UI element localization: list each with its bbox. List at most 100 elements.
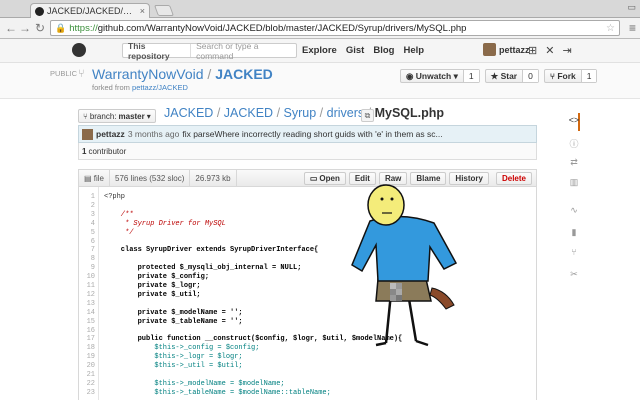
- chevron-down-icon: ▾: [146, 111, 151, 121]
- star-count[interactable]: 0: [522, 70, 538, 82]
- visibility-label: PUBLIC: [50, 69, 78, 78]
- copy-path-icon[interactable]: ⧉: [361, 109, 374, 122]
- user-menu[interactable]: pettazz: [483, 43, 530, 56]
- line-number[interactable]: 4: [79, 220, 95, 228]
- window-controls[interactable]: ▭: [627, 2, 636, 13]
- forked-prefix: forked from: [92, 83, 130, 92]
- line-number[interactable]: 22: [79, 380, 95, 388]
- line-number[interactable]: 5: [79, 229, 95, 237]
- code-line: * Syrup Driver for MySQL: [104, 219, 226, 228]
- code-icon[interactable]: <>: [566, 115, 582, 125]
- contributors-bar[interactable]: 1 contributor: [78, 143, 537, 160]
- line-number[interactable]: 10: [79, 273, 95, 281]
- line-number[interactable]: 19: [79, 353, 95, 361]
- line-number[interactable]: 21: [79, 371, 95, 379]
- line-number[interactable]: 18: [79, 344, 95, 352]
- fork-button[interactable]: ⑂ Fork 1: [543, 69, 598, 83]
- eye-icon: ◉: [406, 70, 416, 81]
- username[interactable]: pettazz: [499, 45, 530, 55]
- issues-icon[interactable]: ⓘ: [566, 137, 582, 150]
- create-repo-icon[interactable]: ⊞: [528, 44, 537, 57]
- line-number[interactable]: 11: [79, 282, 95, 290]
- settings-icon[interactable]: ✂: [566, 269, 582, 280]
- line-number[interactable]: 3: [79, 211, 95, 219]
- browser-tab[interactable]: JACKED/JACKED/Syrup/dri ×: [30, 3, 150, 18]
- star-icon[interactable]: ☆: [606, 23, 615, 34]
- reload-icon[interactable]: ↻: [33, 21, 47, 35]
- forward-arrow-icon[interactable]: →: [18, 21, 32, 35]
- line-number[interactable]: 13: [79, 300, 95, 308]
- address-bar[interactable]: 🔒 https:// github.com/WarrantyNowVoid/JA…: [50, 20, 620, 36]
- github-logo-icon[interactable]: [72, 43, 86, 57]
- line-number[interactable]: 17: [79, 335, 95, 343]
- search-box[interactable]: This repository Search or type a command: [122, 41, 297, 61]
- menu-icon[interactable]: ≡: [629, 21, 636, 35]
- line-number[interactable]: 23: [79, 389, 95, 397]
- line-number[interactable]: 20: [79, 362, 95, 370]
- fork-count[interactable]: 1: [580, 70, 597, 82]
- graphs-icon[interactable]: ▮: [566, 227, 582, 238]
- nav-explore[interactable]: Explore: [302, 45, 337, 56]
- breadcrumb-file: MySQL.php: [374, 106, 445, 120]
- nav-gist[interactable]: Gist: [346, 45, 364, 56]
- signout-icon[interactable]: ⇥: [562, 44, 571, 57]
- line-number[interactable]: 6: [79, 238, 95, 246]
- line-number[interactable]: 14: [79, 309, 95, 317]
- repo-owner-link[interactable]: WarrantyNowVoid: [92, 66, 204, 82]
- pulse-icon[interactable]: ∿: [566, 205, 582, 216]
- star-button[interactable]: ★ Star 0: [484, 69, 539, 83]
- new-tab-button[interactable]: [153, 5, 175, 16]
- code-line: private $_util;: [104, 290, 201, 299]
- repo-title: WarrantyNowVoid / JACKED: [92, 66, 273, 82]
- line-number[interactable]: 8: [79, 255, 95, 263]
- breadcrumb-dir[interactable]: drivers: [327, 106, 365, 120]
- branch-name: master: [118, 111, 145, 121]
- blame-button[interactable]: Blame: [410, 171, 447, 185]
- line-number[interactable]: 1: [79, 193, 95, 201]
- back-arrow-icon[interactable]: ←: [4, 21, 18, 35]
- repo-name-link[interactable]: JACKED: [215, 66, 273, 82]
- line-number[interactable]: 9: [79, 264, 95, 272]
- browser-toolbar: ← → ↻ 🔒 https:// github.com/WarrantyNowV…: [0, 18, 640, 39]
- search-input[interactable]: Search or type a command: [191, 41, 296, 61]
- watch-count[interactable]: 1: [462, 70, 479, 82]
- line-number[interactable]: 16: [79, 327, 95, 335]
- code-line: $this->_util = $util;: [104, 362, 243, 371]
- line-number[interactable]: 2: [79, 202, 95, 210]
- commit-author[interactable]: pettazz: [96, 129, 125, 139]
- line-number[interactable]: 15: [79, 318, 95, 326]
- file-icon: ▤: [84, 173, 94, 183]
- tab-close-icon[interactable]: ×: [140, 6, 145, 16]
- code-line: private $_tableName = '';: [104, 317, 243, 326]
- repo-title-separator: /: [207, 66, 212, 82]
- nav-help[interactable]: Help: [403, 45, 424, 56]
- browser-tabstrip: JACKED/JACKED/Syrup/dri × ▭: [0, 0, 640, 18]
- file-type: ▤ file: [79, 170, 111, 186]
- history-button[interactable]: History: [449, 171, 489, 185]
- network-icon[interactable]: ⑂: [566, 247, 582, 257]
- nav-blog[interactable]: Blog: [373, 45, 394, 56]
- code-line: public function __construct($config, $lo…: [104, 335, 403, 344]
- search-scope[interactable]: This repository: [123, 41, 192, 61]
- breadcrumb-dir[interactable]: Syrup: [284, 106, 317, 120]
- settings-tools-icon[interactable]: ✕: [545, 44, 554, 57]
- pull-requests-icon[interactable]: ⇄: [566, 157, 582, 168]
- branch-selector[interactable]: ⑂ branch: master ▾: [78, 109, 156, 123]
- branch-prefix: branch:: [89, 111, 117, 121]
- commit-message[interactable]: fix parseWhere incorrectly reading short…: [182, 129, 442, 139]
- unwatch-button[interactable]: ◉ Unwatch ▾ 1: [400, 69, 480, 83]
- raw-button[interactable]: Raw: [378, 171, 408, 185]
- forked-from: forked from pettazz/JACKED: [92, 83, 188, 92]
- open-label: Open: [319, 173, 340, 183]
- code-line: <?php: [104, 193, 126, 201]
- line-number[interactable]: 7: [79, 246, 95, 254]
- forked-from-link[interactable]: pettazz/JACKED: [132, 83, 188, 92]
- open-button[interactable]: ▭ Open: [303, 171, 346, 185]
- fork-label: Fork: [557, 71, 576, 81]
- breadcrumb-dir[interactable]: JACKED: [224, 106, 273, 120]
- edit-button[interactable]: Edit: [348, 171, 376, 185]
- wiki-icon[interactable]: ▥: [566, 177, 582, 188]
- delete-button[interactable]: Delete: [495, 171, 532, 185]
- line-number[interactable]: 12: [79, 291, 95, 299]
- breadcrumb-root[interactable]: JACKED: [164, 106, 213, 120]
